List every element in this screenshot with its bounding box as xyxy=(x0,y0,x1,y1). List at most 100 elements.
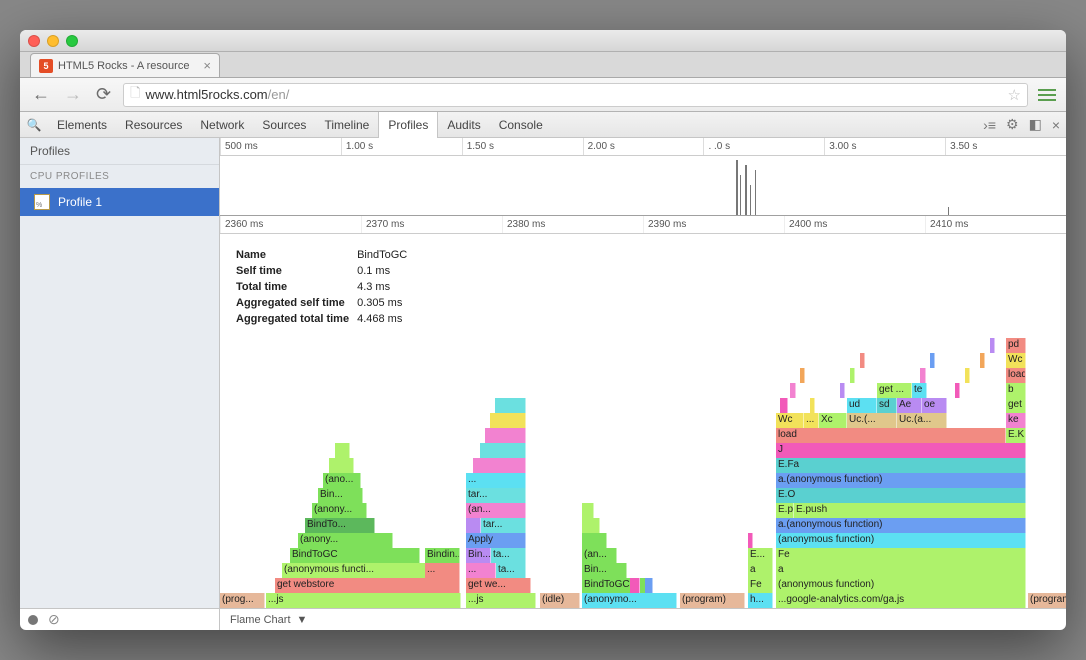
flame-frame[interactable]: Fe xyxy=(776,548,1026,563)
flame-frame[interactable]: ud xyxy=(847,398,877,413)
address-bar[interactable]: 🗋 www.html5rocks.com/en/ ☆ xyxy=(123,83,1028,107)
overview-ruler[interactable]: 500 ms1.00 s1.50 s2.00 s. .0 s3.00 s3.50… xyxy=(220,138,1066,156)
reload-button[interactable]: ⟳ xyxy=(94,84,113,105)
flame-frame[interactable]: (anony... xyxy=(312,503,367,518)
flame-frame[interactable]: Wc xyxy=(1006,353,1026,368)
flame-frame[interactable]: (anonymo... xyxy=(582,593,677,608)
browser-tab[interactable]: 5 HTML5 Rocks - A resource × xyxy=(30,53,220,77)
flame-frame[interactable]: ke xyxy=(1006,413,1026,428)
flame-frame[interactable] xyxy=(495,398,526,413)
flame-frame[interactable] xyxy=(990,338,995,353)
flame-frame[interactable] xyxy=(920,368,926,383)
flame-frame[interactable] xyxy=(485,428,526,443)
flame-frame[interactable] xyxy=(582,518,600,533)
flame-frame[interactable]: E.push xyxy=(794,503,1026,518)
flame-frame[interactable] xyxy=(780,398,788,413)
flame-frame[interactable]: ... xyxy=(466,473,526,488)
flame-frame[interactable]: get xyxy=(1006,398,1026,413)
flame-frame[interactable]: Uc.(... xyxy=(847,413,897,428)
flame-frame[interactable] xyxy=(473,458,526,473)
back-button[interactable]: ← xyxy=(30,84,52,105)
flame-frame[interactable] xyxy=(480,443,526,458)
overview-strip[interactable] xyxy=(220,156,1066,216)
flame-frame[interactable]: E.push xyxy=(776,503,794,518)
flame-frame[interactable] xyxy=(466,518,481,533)
flame-frame[interactable] xyxy=(748,533,753,548)
forward-button[interactable]: → xyxy=(62,84,84,105)
devtools-close-icon[interactable]: × xyxy=(1052,117,1060,133)
flame-frame[interactable]: ...js xyxy=(266,593,461,608)
flame-frame[interactable]: (anonymous function) xyxy=(776,533,1026,548)
flame-frame[interactable]: Fe xyxy=(748,578,773,593)
flame-frame[interactable]: Wc xyxy=(776,413,804,428)
flame-frame[interactable]: Apply xyxy=(466,533,526,548)
flame-frame[interactable] xyxy=(645,578,653,593)
flame-frame[interactable]: tar... xyxy=(466,488,526,503)
flame-frame[interactable]: get we... xyxy=(466,578,531,593)
record-button[interactable] xyxy=(28,615,38,625)
clear-button[interactable]: ⊘ xyxy=(48,611,60,628)
flame-frame[interactable] xyxy=(810,398,815,413)
settings-gear-icon[interactable]: ⚙ xyxy=(1006,116,1019,133)
flame-frame[interactable]: (anonymous function) xyxy=(776,578,1026,593)
flame-frame[interactable]: Bin... xyxy=(318,488,363,503)
flame-frame[interactable] xyxy=(860,353,865,368)
flame-frame[interactable]: tar... xyxy=(481,518,526,533)
flame-frame[interactable]: ...js xyxy=(466,593,536,608)
flame-frame[interactable]: ta... xyxy=(491,548,526,563)
flame-frame[interactable] xyxy=(955,383,960,398)
flame-frame[interactable] xyxy=(930,353,935,368)
flame-frame[interactable]: E... xyxy=(748,548,773,563)
search-icon[interactable]: 🔍 xyxy=(26,118,42,132)
flame-frame[interactable]: ta... xyxy=(496,563,526,578)
flame-frame[interactable]: BindToGC xyxy=(290,548,420,563)
flame-frame[interactable]: E.K xyxy=(1006,428,1026,443)
flame-frame[interactable] xyxy=(980,353,985,368)
flame-frame[interactable]: ... xyxy=(466,563,496,578)
detail-ruler[interactable]: 2360 ms2370 ms2380 ms2390 ms2400 ms2410 … xyxy=(220,216,1066,234)
flame-frame[interactable] xyxy=(790,383,796,398)
flame-frame[interactable]: (ano... xyxy=(323,473,361,488)
devtools-tab-resources[interactable]: Resources xyxy=(116,112,191,138)
flame-frame[interactable]: ... xyxy=(425,563,460,578)
devtools-tab-elements[interactable]: Elements xyxy=(48,112,116,138)
flame-frame[interactable] xyxy=(630,578,640,593)
flame-frame[interactable]: load xyxy=(776,428,1006,443)
flame-frame[interactable] xyxy=(965,368,970,383)
flame-frame[interactable] xyxy=(335,443,350,458)
flame-frame[interactable] xyxy=(329,458,354,473)
flame-frame[interactable]: (anony... xyxy=(298,533,393,548)
flame-frame[interactable]: (program) xyxy=(1028,593,1066,608)
flame-frame[interactable]: a xyxy=(776,563,1026,578)
flame-frame[interactable]: (an... xyxy=(466,503,526,518)
devtools-tab-sources[interactable]: Sources xyxy=(253,112,315,138)
flame-frame[interactable]: BindTo... xyxy=(305,518,375,533)
bookmark-star-icon[interactable]: ☆ xyxy=(1008,86,1021,104)
flame-chart[interactable]: NameBindToGCSelf time0.1 msTotal time4.3… xyxy=(220,234,1066,608)
flame-frame[interactable] xyxy=(850,368,855,383)
chrome-menu-icon[interactable] xyxy=(1038,86,1056,104)
flame-frame[interactable] xyxy=(840,383,845,398)
flame-frame[interactable]: get webstore xyxy=(275,578,460,593)
tab-close-icon[interactable]: × xyxy=(203,58,211,73)
flame-frame[interactable] xyxy=(800,368,805,383)
flame-frame[interactable]: (prog... xyxy=(220,593,265,608)
flame-frame[interactable]: a xyxy=(748,563,773,578)
devtools-tab-network[interactable]: Network xyxy=(191,112,253,138)
flame-frame[interactable]: a.(anonymous function) xyxy=(776,518,1026,533)
minimize-window-button[interactable] xyxy=(47,35,59,47)
flame-frame[interactable]: h... xyxy=(748,593,773,608)
flame-frame[interactable]: E.Fa xyxy=(776,458,1026,473)
flame-frame[interactable]: a.(anonymous function) xyxy=(776,473,1026,488)
flame-frame[interactable]: (an... xyxy=(582,548,617,563)
flame-frame[interactable] xyxy=(582,503,594,518)
flame-frame[interactable]: get ... xyxy=(877,383,912,398)
flame-frame[interactable]: sd xyxy=(877,398,897,413)
flame-frame[interactable]: te xyxy=(912,383,927,398)
flame-frame[interactable]: J xyxy=(776,443,1026,458)
flame-frame[interactable]: Uc.(a... xyxy=(897,413,947,428)
flame-frame[interactable]: Xc xyxy=(819,413,847,428)
console-toggle-icon[interactable]: ›≡ xyxy=(983,117,996,133)
devtools-tab-audits[interactable]: Audits xyxy=(438,112,489,138)
flame-frame[interactable]: pd xyxy=(1006,338,1026,353)
